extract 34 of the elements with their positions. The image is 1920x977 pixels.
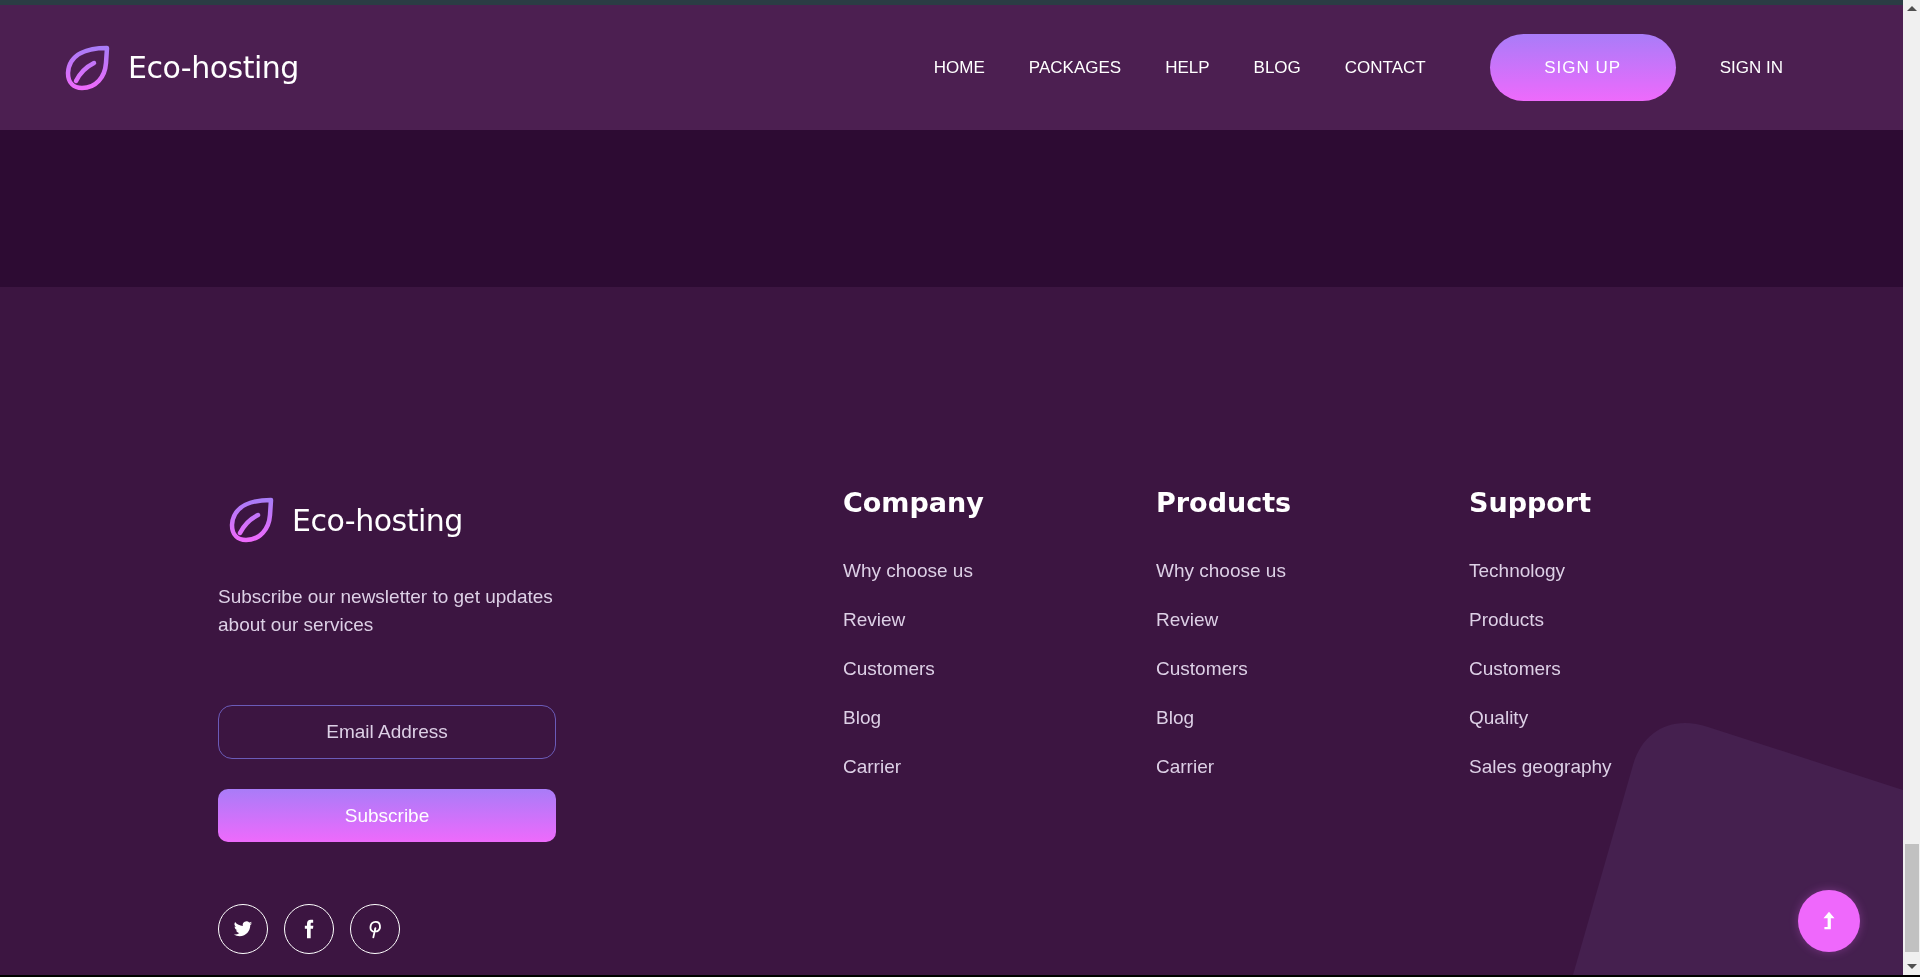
footer-link[interactable]: Blog [843,705,882,730]
scrollbar[interactable] [1903,0,1920,975]
email-field[interactable]: Email Address [218,705,556,759]
footer-link[interactable]: Technology [1469,558,1566,583]
nav-link[interactable]: PACKAGES [1028,57,1122,78]
footer-link[interactable]: Customers [843,656,935,681]
pinterest-icon[interactable] [350,904,400,954]
sign-in-link[interactable]: SIGN IN [1719,57,1783,78]
leaf-logo-icon[interactable] [228,497,274,543]
newsletter-text: Subscribe our newsletter to get updates about our services [218,585,554,637]
twitter-icon[interactable] [218,904,268,954]
footer-link[interactable]: Customers [1469,656,1561,681]
footer-link[interactable]: Products [1469,607,1544,632]
footer-link[interactable]: Why choose us [1156,558,1286,583]
logo-text[interactable]: Eco-hosting [292,502,463,538]
column-heading: Company [843,487,984,518]
nav-link[interactable]: CONTACT [1344,57,1426,78]
footer-link[interactable]: Carrier [843,754,902,779]
facebook-icon[interactable] [284,904,334,954]
footer-link[interactable]: Review [843,607,906,632]
logo-text[interactable]: Eco-hosting [128,50,299,85]
footer-link[interactable]: Sales geography [1469,754,1612,779]
footer-link[interactable]: Why choose us [843,558,973,583]
nav-link[interactable]: HOME [933,57,985,78]
footer-link[interactable]: Quality [1469,705,1529,730]
footer-link[interactable]: Review [1156,607,1219,632]
footer-link[interactable]: Customers [1156,656,1248,681]
nav-link[interactable]: HELP [1165,57,1210,78]
leaf-logo-icon[interactable] [64,44,110,91]
column-heading: Support [1469,487,1592,518]
nav-link[interactable]: BLOG [1253,57,1301,78]
column-heading: Products [1156,487,1292,518]
footer-link[interactable]: Carrier [1156,754,1215,779]
footer-link[interactable]: Blog [1156,705,1195,730]
